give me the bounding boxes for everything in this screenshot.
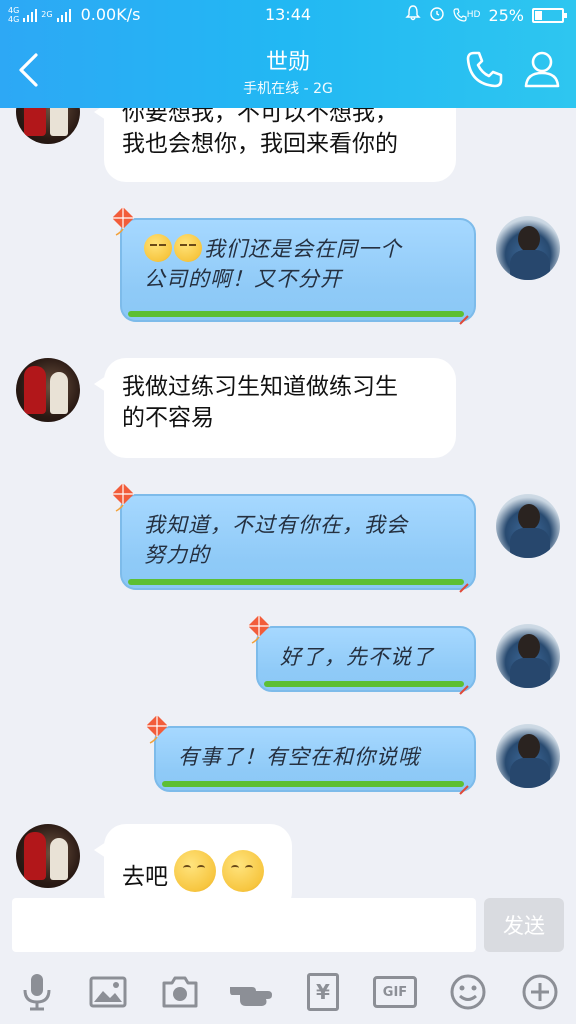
message-text: 好了，先不说了 (280, 645, 434, 669)
pin-decoration-icon (459, 583, 469, 593)
image-icon (89, 976, 127, 1008)
contact-avatar[interactable] (16, 358, 80, 422)
unamused-emoji (174, 234, 202, 262)
message-text: 有事了！有空在和你说哦 (178, 745, 420, 769)
voice-button[interactable] (12, 966, 62, 1018)
kite-icon (112, 207, 134, 236)
hd-call-icon: HD (453, 8, 480, 22)
call-button[interactable] (462, 48, 506, 90)
message-text: 去吧 (122, 864, 168, 890)
message-bubble[interactable]: 有事了！有空在和你说哦 (146, 715, 476, 795)
pin-decoration-icon (459, 685, 469, 695)
message-text: 我们还是会在同一个 (204, 237, 402, 261)
plus-icon (522, 974, 558, 1010)
message-bubble[interactable]: 我做过练习生知道做练习生 的不容易 (94, 358, 456, 458)
phone-icon (466, 51, 503, 88)
grass-decoration (128, 311, 464, 317)
gif-button[interactable]: GIF (370, 966, 420, 1018)
battery-percent: 25% (488, 5, 524, 25)
my-avatar[interactable] (496, 724, 560, 788)
poke-icon (230, 987, 272, 1006)
pin-decoration-icon (459, 785, 469, 795)
message-text: 我也会想你，我回来看你的 (122, 131, 398, 157)
kiss-emoji (222, 850, 264, 892)
red-packet-button[interactable]: ¥ (298, 966, 348, 1018)
alarm-icon (429, 5, 445, 25)
image-button[interactable] (83, 966, 133, 1018)
send-button[interactable]: 发送 (484, 898, 564, 952)
red-packet-icon: ¥ (307, 973, 339, 1011)
message-text: 我知道，不过有你在，我会 (144, 513, 408, 537)
microphone-icon (23, 974, 51, 1011)
contact-avatar[interactable] (16, 824, 80, 888)
my-avatar[interactable] (496, 624, 560, 688)
emoji-icon (450, 974, 486, 1010)
message-text: 公司的啊！又不分开 (144, 267, 342, 291)
message-bubble[interactable]: 你要想我，不可以不想我， 我也会想你，我回来看你的 (94, 108, 456, 182)
message-text: 努力的 (144, 543, 210, 567)
message-text: 你要想我，不可以不想我， (122, 108, 398, 126)
top-bar: 4G 4G 2G 0.00K/s 13:44 HD 25% 世勋 手机在线 - … (0, 0, 576, 108)
input-bar: 发送 ¥ GIF (0, 898, 576, 1024)
toolbar: ¥ GIF (0, 966, 576, 1018)
bell-icon (405, 5, 421, 25)
message-input[interactable] (12, 898, 476, 952)
camera-button[interactable] (155, 966, 205, 1018)
message-bubble[interactable]: 我们还是会在同一个 公司的啊！又不分开 (112, 207, 476, 325)
emoji-button[interactable] (443, 966, 493, 1018)
kite-icon (248, 615, 270, 644)
my-avatar[interactable] (496, 216, 560, 280)
battery-icon (532, 7, 567, 23)
pin-decoration-icon (459, 315, 469, 325)
unamused-emoji (144, 234, 172, 262)
kiss-emoji (174, 850, 216, 892)
message-text: 我做过练习生知道做练习生 (122, 374, 398, 400)
my-avatar[interactable] (496, 494, 560, 558)
profile-button[interactable] (520, 48, 564, 90)
kite-icon (112, 483, 134, 512)
kite-icon (146, 715, 168, 744)
grass-decoration (128, 579, 464, 585)
grass-decoration (162, 781, 464, 787)
message-bubble[interactable]: 我知道，不过有你在，我会 努力的 (112, 483, 476, 593)
gif-icon: GIF (373, 976, 417, 1008)
chat-area[interactable]: 你要想我，不可以不想我， 我也会想你，我回来看你的 我们还是会在同一个 公司的啊… (0, 108, 576, 898)
poke-button[interactable] (226, 966, 276, 1018)
user-icon (524, 51, 560, 88)
message-text: 的不容易 (122, 405, 214, 431)
message-bubble[interactable]: 去吧 (94, 824, 292, 898)
grass-decoration (264, 681, 464, 687)
contact-avatar[interactable] (16, 108, 80, 144)
status-bar: 4G 4G 2G 0.00K/s 13:44 HD 25% (0, 0, 576, 32)
message-bubble[interactable]: 好了，先不说了 (248, 615, 476, 695)
more-button[interactable] (515, 966, 565, 1018)
camera-icon (162, 976, 198, 1008)
